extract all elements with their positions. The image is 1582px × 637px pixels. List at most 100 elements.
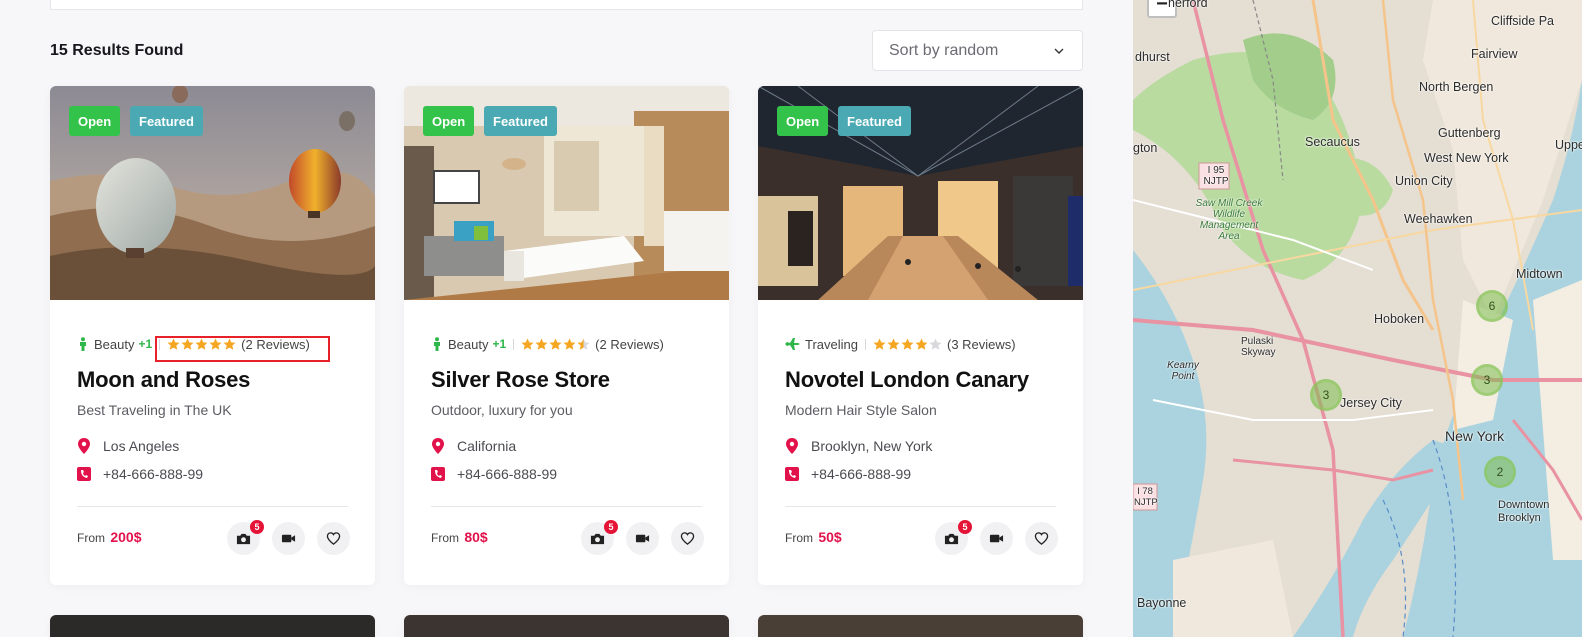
map-label: Union City xyxy=(1395,174,1453,188)
star-icon xyxy=(887,338,900,350)
map-label: West New York xyxy=(1424,151,1509,165)
listing-card[interactable] xyxy=(404,615,729,637)
map-label: Weehawken xyxy=(1404,212,1473,226)
listing-description: Outdoor, luxury for you xyxy=(431,402,573,418)
map-label: Pulaski Skyway xyxy=(1241,336,1276,358)
star-icon xyxy=(915,338,928,350)
listing-photo[interactable] xyxy=(758,615,1083,637)
favorite-button[interactable] xyxy=(671,522,704,555)
price-value: 50$ xyxy=(818,529,842,545)
star-icon xyxy=(549,338,562,350)
map-label: Fairview xyxy=(1471,47,1518,61)
listing-photo[interactable]: Open Featured xyxy=(404,86,729,300)
video-button[interactable] xyxy=(626,522,659,555)
listing-panel: 15 Results Found Sort by random Open Fea… xyxy=(0,0,1133,637)
location-text: Brooklyn, New York xyxy=(811,438,933,454)
map-label: Midtown xyxy=(1516,267,1563,281)
status-badge: Open xyxy=(777,106,829,136)
listing-photo[interactable] xyxy=(50,615,375,637)
map-label: gton xyxy=(1133,141,1158,155)
camera-icon xyxy=(590,533,605,545)
sort-select-value: Sort by random xyxy=(889,41,999,59)
phone-text[interactable]: +84-666-888-99 xyxy=(103,466,203,482)
listing-photo[interactable]: Open Featured xyxy=(50,86,375,300)
chevron-down-icon xyxy=(1054,48,1064,54)
map-pin-icon xyxy=(78,438,90,454)
filter-bar xyxy=(50,0,1083,10)
listing-meta: Traveling (3 Reviews) xyxy=(785,335,1016,353)
listing-title[interactable]: Silver Rose Store xyxy=(431,367,610,393)
phone-icon xyxy=(431,467,445,481)
map-label: New York xyxy=(1445,428,1505,444)
video-icon xyxy=(281,534,296,543)
listing-photo[interactable]: Open Featured xyxy=(758,86,1083,300)
listing-description: Best Traveling in The UK xyxy=(77,402,232,418)
map-label: Hoboken xyxy=(1374,312,1425,326)
video-icon xyxy=(989,534,1004,543)
listing-description: Modern Hair Style Salon xyxy=(785,402,937,418)
category-extra: +1 xyxy=(138,337,153,351)
star-icon xyxy=(521,338,534,350)
gallery-button[interactable]: 5 xyxy=(581,520,618,555)
price-prefix: From xyxy=(431,531,459,545)
category-label[interactable]: Beauty xyxy=(94,337,134,352)
listing-location: Los Angeles xyxy=(77,438,179,454)
listing-price: From 80$ xyxy=(431,529,488,545)
map[interactable]: − herford Cliffside Pa Fairview dhurst N… xyxy=(1133,0,1582,637)
favorite-button[interactable] xyxy=(1025,522,1058,555)
map-label: Jersey City xyxy=(1340,396,1402,410)
card-actions: 5 xyxy=(227,520,350,555)
video-button[interactable] xyxy=(272,522,305,555)
phone-icon xyxy=(77,467,91,481)
listing-card[interactable]: Open Featured Beauty +1 (2 Reviews) Silv… xyxy=(404,86,729,585)
rating-highlight-box xyxy=(155,336,330,362)
favorite-button[interactable] xyxy=(317,522,350,555)
map-cluster-marker[interactable]: 2 xyxy=(1484,456,1516,488)
listing-phone: +84-666-888-99 xyxy=(77,466,203,482)
listing-price: From 200$ xyxy=(77,529,142,545)
phone-text[interactable]: +84-666-888-99 xyxy=(811,466,911,482)
map-label: Bayonne xyxy=(1137,596,1187,610)
map-cluster-marker[interactable]: 6 xyxy=(1476,290,1508,322)
gallery-button[interactable]: 5 xyxy=(227,520,264,555)
sort-select[interactable]: Sort by random xyxy=(872,30,1083,71)
listing-card[interactable] xyxy=(50,615,375,637)
page: 15 Results Found Sort by random Open Fea… xyxy=(0,0,1582,637)
location-text: California xyxy=(457,438,517,454)
star-icon xyxy=(929,338,942,350)
featured-badge: Featured xyxy=(838,106,911,136)
map-cluster-marker[interactable]: 3 xyxy=(1471,364,1503,396)
listing-title[interactable]: Novotel London Canary xyxy=(785,367,1029,393)
map-label: Cliffside Pa xyxy=(1491,14,1554,28)
star-icon xyxy=(577,338,590,350)
price-value: 200$ xyxy=(110,529,142,545)
video-button[interactable] xyxy=(980,522,1013,555)
road-shield-label: I 78 NJTP xyxy=(1134,486,1158,508)
map-label: herford xyxy=(1168,0,1208,10)
price-prefix: From xyxy=(77,531,105,545)
map-label: Guttenberg xyxy=(1438,126,1501,140)
phone-text[interactable]: +84-666-888-99 xyxy=(457,466,557,482)
map-label: Kearny Point xyxy=(1167,360,1199,382)
listing-title[interactable]: Moon and Roses xyxy=(77,367,250,393)
map-cluster-marker[interactable]: 3 xyxy=(1310,379,1342,411)
reviews-count[interactable]: (2 Reviews) xyxy=(595,337,664,352)
gallery-button[interactable]: 5 xyxy=(935,520,972,555)
star-icon xyxy=(535,338,548,350)
listing-card[interactable] xyxy=(758,615,1083,637)
listing-card[interactable]: Open Featured Traveling (3 Reviews) Novo… xyxy=(758,86,1083,585)
card-divider xyxy=(77,506,348,507)
map-label: North Bergen xyxy=(1419,80,1494,94)
road-shield-label: I 95 NJTP xyxy=(1203,165,1229,187)
category-label[interactable]: Traveling xyxy=(805,337,858,352)
star-icon xyxy=(901,338,914,350)
status-badge: Open xyxy=(69,106,121,136)
camera-icon xyxy=(236,533,251,545)
status-badge: Open xyxy=(423,106,475,136)
reviews-count[interactable]: (3 Reviews) xyxy=(947,337,1016,352)
photo-count-badge: 5 xyxy=(958,520,972,534)
category-extra: +1 xyxy=(492,337,507,351)
listing-photo[interactable] xyxy=(404,615,729,637)
category-label[interactable]: Beauty xyxy=(448,337,488,352)
featured-badge: Featured xyxy=(484,106,557,136)
